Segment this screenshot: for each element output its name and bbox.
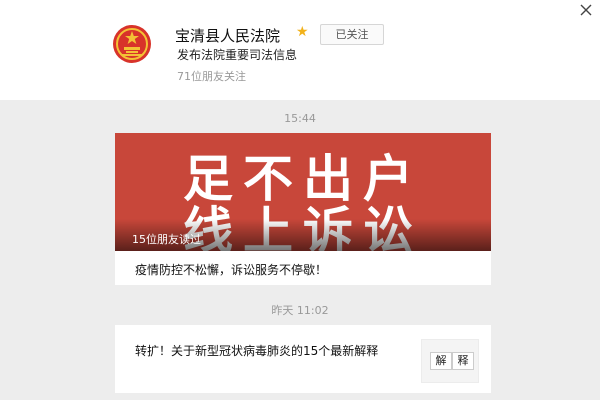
account-description: 发布法院重要司法信息: [177, 48, 298, 62]
message-time: 昨天 11:02: [271, 304, 329, 317]
article-thumbnail[interactable]: 解 释: [421, 339, 479, 383]
article-cover-image[interactable]: 足不出户 线上诉讼 15位朋友读过: [115, 133, 491, 251]
article-title[interactable]: 疫情防控不松懈，诉讼服务不停歇！: [135, 261, 327, 278]
article-title[interactable]: 转扩！关于新型冠状病毒肺炎的15个最新解释: [135, 343, 405, 359]
followers-count: 71位朋友关注: [177, 70, 246, 83]
account-name[interactable]: 宝清县人民法院: [175, 25, 280, 46]
follow-button[interactable]: 已关注: [320, 24, 384, 45]
friends-read-count: 15位朋友读过: [132, 233, 201, 246]
thumbnail-char: 解: [430, 352, 452, 370]
article-card[interactable]: 转扩！关于新型冠状病毒肺炎的15个最新解释 解 释: [115, 325, 491, 393]
star-icon: ★: [296, 24, 309, 40]
article-card[interactable]: 足不出户 线上诉讼 15位朋友读过 疫情防控不松懈，诉讼服务不停歇！: [115, 133, 491, 285]
close-icon[interactable]: [578, 2, 594, 18]
message-time: 15:44: [284, 112, 316, 125]
account-header: 宝清县人民法院 ★ 已关注 发布法院重要司法信息 71位朋友关注: [0, 0, 600, 100]
thumbnail-char: 释: [452, 352, 474, 370]
court-emblem-icon[interactable]: [112, 24, 152, 64]
